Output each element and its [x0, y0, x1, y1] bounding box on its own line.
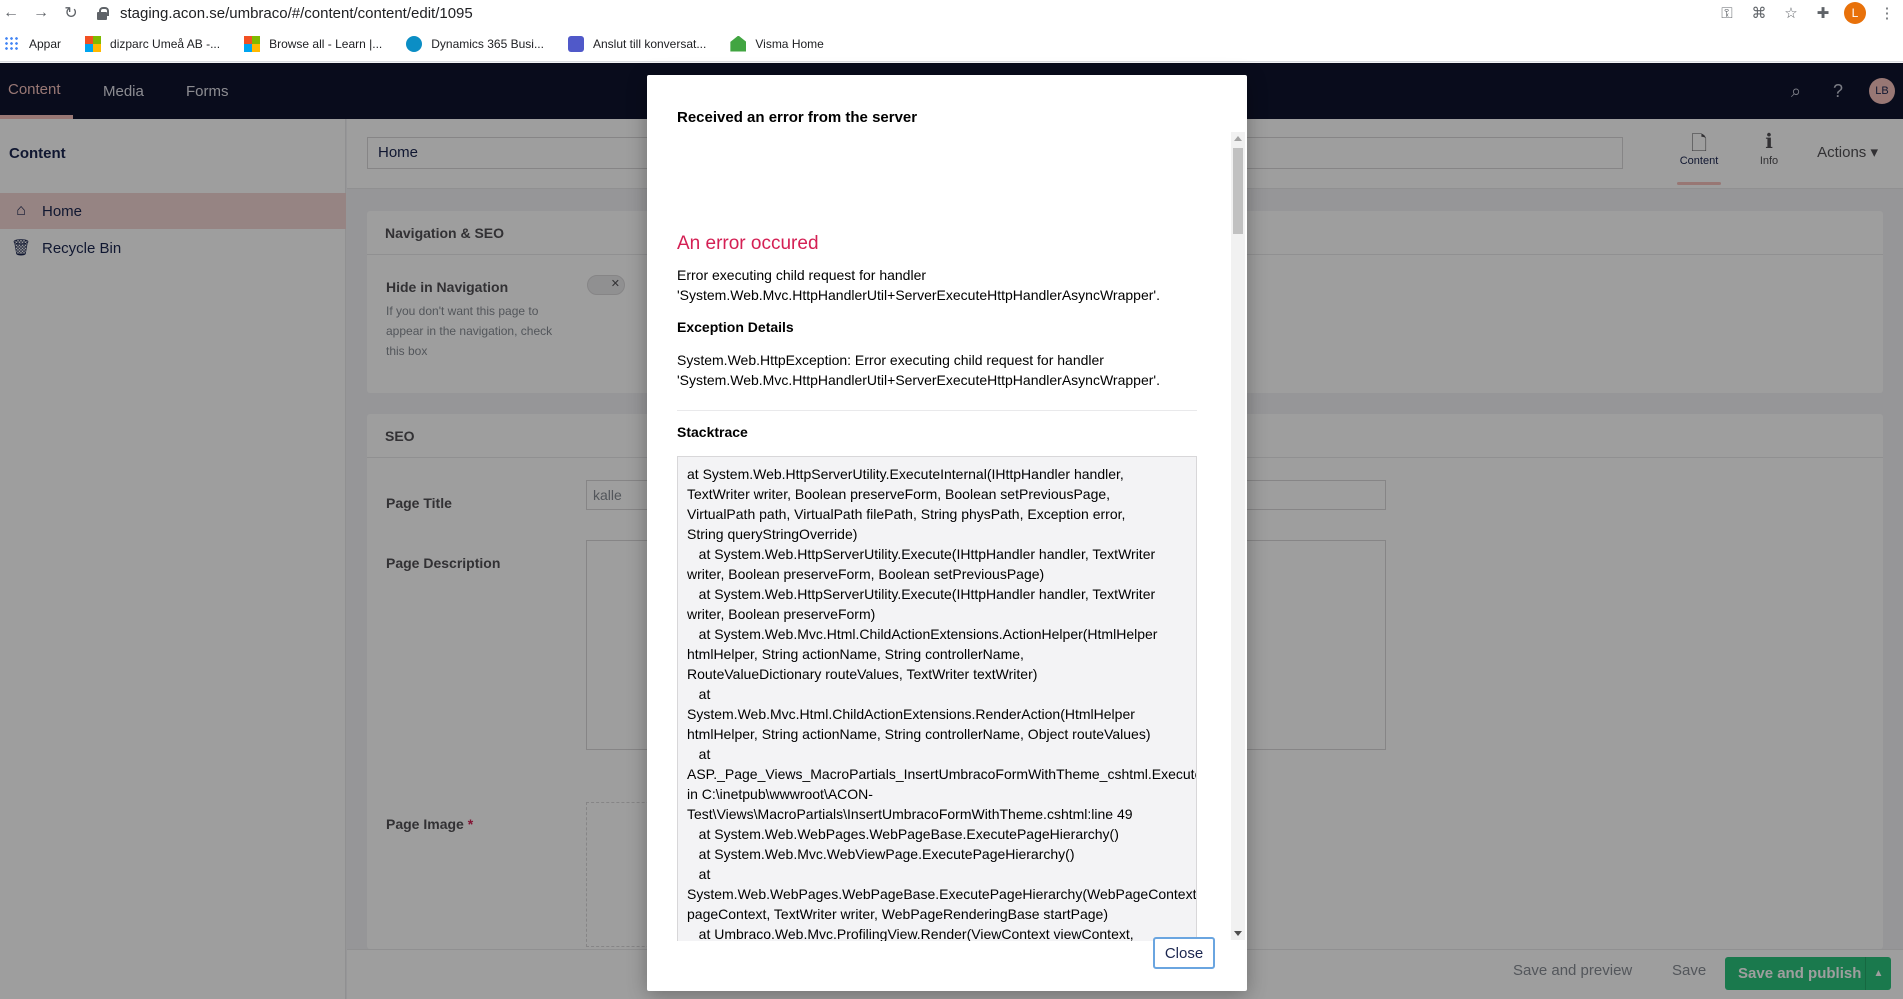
- stacktrace-text: at System.Web.HttpServerUtility.ExecuteI…: [687, 466, 1197, 941]
- scroll-up-icon[interactable]: [1234, 136, 1242, 141]
- bookmarks-bar: Appar dizparc Umeå AB -... Browse all - …: [0, 26, 1903, 62]
- teams-icon: [567, 35, 584, 52]
- bookmark-learn[interactable]: Browse all - Learn |...: [244, 35, 382, 52]
- error-dialog: Received an error from the server An err…: [647, 75, 1247, 991]
- bookmark-visma[interactable]: Visma Home: [730, 35, 824, 52]
- bookmark-dizparc[interactable]: dizparc Umeå AB -...: [85, 35, 220, 52]
- bookmark-teams[interactable]: Anslut till konversat...: [567, 35, 706, 52]
- apps-grid-icon: [4, 35, 20, 52]
- exception-details-title: Exception Details: [677, 319, 794, 335]
- profile-avatar: L: [1844, 2, 1866, 24]
- address-bar[interactable]: staging.acon.se/umbraco/#/content/conten…: [96, 2, 1696, 24]
- menu-icon[interactable]: ⋮: [1871, 0, 1903, 26]
- forward-arrow-icon[interactable]: →: [30, 2, 52, 24]
- divider: [677, 410, 1197, 411]
- dialog-content: An error occured Error executing child r…: [677, 133, 1217, 941]
- url-text: staging.acon.se/umbraco/#/content/conten…: [120, 4, 473, 22]
- star-icon[interactable]: ☆: [1775, 0, 1807, 26]
- profile-button[interactable]: L: [1839, 0, 1871, 26]
- scroll-thumb[interactable]: [1233, 148, 1243, 234]
- browser-toolbar: ← → ↻ staging.acon.se/umbraco/#/content/…: [0, 0, 1903, 26]
- microsoft-icon: [85, 35, 102, 52]
- lock-icon: [96, 6, 109, 20]
- error-heading: An error occured: [677, 233, 819, 254]
- dialog-title: Received an error from the server: [677, 109, 918, 126]
- reload-icon[interactable]: ↻: [60, 2, 82, 24]
- error-message: Error executing child request for handle…: [677, 267, 1160, 303]
- microsoft-icon: [244, 35, 261, 52]
- visma-home-icon: [730, 35, 747, 52]
- exception-details-text: System.Web.HttpException: Error executin…: [677, 352, 1160, 388]
- key-icon[interactable]: ⚿: [1711, 0, 1743, 26]
- dialog-scrollbar[interactable]: [1231, 132, 1245, 940]
- back-arrow-icon[interactable]: ←: [0, 2, 22, 24]
- translate-icon[interactable]: ⌘: [1743, 0, 1775, 26]
- extensions-icon[interactable]: ✚: [1807, 0, 1839, 26]
- scroll-down-icon[interactable]: [1234, 931, 1242, 936]
- bookmark-appar[interactable]: Appar: [4, 35, 61, 52]
- stacktrace-title: Stacktrace: [677, 424, 748, 440]
- dynamics-icon: [406, 35, 423, 52]
- stacktrace-box: at System.Web.HttpServerUtility.ExecuteI…: [677, 456, 1197, 941]
- close-button[interactable]: Close: [1153, 937, 1215, 969]
- bookmark-dynamics[interactable]: Dynamics 365 Busi...: [406, 35, 544, 52]
